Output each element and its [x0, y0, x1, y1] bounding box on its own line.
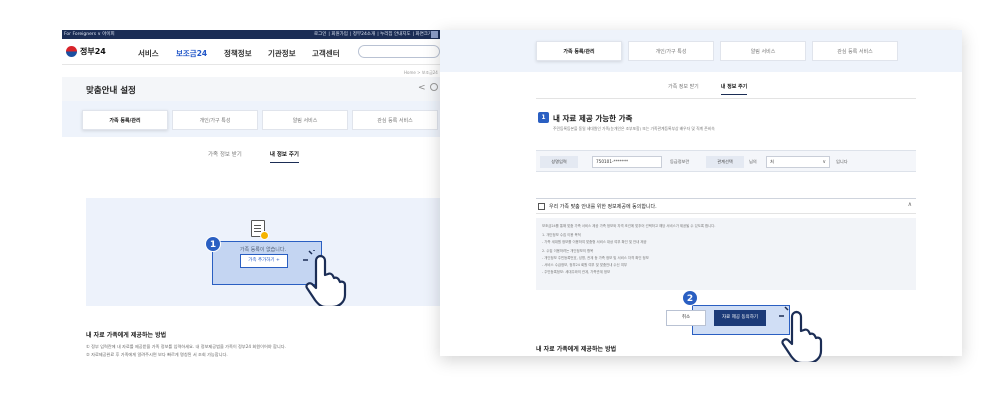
search-input[interactable]: [358, 45, 440, 58]
tab-alerts[interactable]: 알림 서비스: [720, 41, 806, 61]
tab-bar: 가족 등록/관리 개인/가구 특성 알림 서비스 관심 등록 서비스: [440, 30, 962, 72]
after-select-text: 입니다: [836, 159, 848, 164]
terms-line: - 서비스 수급정보, 정부24 회원 여부 및 맞춤안내 수신 여부: [542, 263, 627, 267]
subtab-give[interactable]: 내 정보 주기: [269, 150, 299, 163]
menu-support[interactable]: 고객센터: [312, 48, 340, 59]
terms-line: 2. 수집 이용하려는 개인정보의 항목: [542, 249, 594, 253]
subtab-bar: 가족 정보 받기 내 정보 주기: [208, 150, 299, 163]
relation-value: 처: [770, 159, 774, 164]
taegeuk-icon: [66, 46, 77, 57]
step-badge-2: 2: [682, 290, 698, 306]
chevron-down-icon: ∨: [822, 159, 826, 165]
tab-interests[interactable]: 관심 등록 서비스: [812, 41, 898, 61]
howto-title: 내 자료 가족에게 제공하는 방법: [86, 332, 167, 339]
login-link[interactable]: 로그인: [314, 32, 326, 37]
fontsize-link[interactable]: 화면크기: [416, 32, 433, 37]
menu-icon[interactable]: [431, 31, 438, 38]
terms-line: 1. 개인정보 수집 이용 목적: [542, 233, 581, 237]
submit-consent-button[interactable]: 자료 제공 동의하기: [714, 310, 766, 326]
tab-family[interactable]: 가족 등록/관리: [82, 110, 168, 130]
about-link[interactable]: 정부24소개: [353, 32, 375, 37]
step-badge-1: 1: [205, 236, 221, 252]
relation-suffix: 님의: [749, 159, 757, 164]
consent-row[interactable]: 우리 가족 맞춤 안내를 위한 정보제공에 동의합니다. ∧: [536, 198, 916, 214]
section-description: 주민등록등본을 동일 세대원인 가족(눈개인은 조부포함) 또는 가족관계등록부…: [553, 126, 715, 131]
terms-box: 보조금24를 통해 맞춤 가족 서비스 제공 가족 정보와 자격 조건에 맞추어…: [536, 218, 916, 290]
section-number: 1: [538, 112, 549, 123]
subtab-bar: 가족 정보 받기 내 정보 주기: [668, 83, 748, 95]
page-header: 맞춤안내 설정 <: [62, 77, 440, 101]
util-links: 로그인 | 회원가입 | 정부24소개 | 누리집 안내지도 | 화면크기: [314, 32, 433, 37]
subtab-give[interactable]: 내 정보 주기: [720, 83, 748, 95]
chevron-up-icon[interactable]: ∧: [908, 201, 912, 208]
sitemap-link[interactable]: 누리집 안내지도: [380, 32, 410, 37]
subtab-receive[interactable]: 가족 정보 받기: [668, 83, 699, 95]
right-screenshot: 가족 등록/관리 개인/가구 특성 알림 서비스 관심 등록 서비스 가족 정보…: [440, 30, 962, 356]
id-caption: 등급정보란: [670, 159, 690, 164]
tab-bar: 가족 등록/관리 개인/가구 특성 알림 서비스 관심 등록 서비스: [62, 101, 440, 137]
signup-link[interactable]: 회원가입: [331, 32, 348, 37]
divider: [536, 98, 916, 99]
howto-line-2: ② 자료제공완료 후 가족에게 알려주시면 보다 빠르게 명칭된 서 조회 가능…: [86, 352, 228, 357]
tab-household[interactable]: 개인/가구 특성: [628, 41, 714, 61]
relation-label: 관계선택: [706, 156, 744, 168]
print-icon[interactable]: [430, 83, 438, 91]
tab-alerts[interactable]: 알림 서비스: [262, 110, 348, 130]
utility-bar: For Foreigners ∨ 아이피 로그인 | 회원가입 | 정부24소개 | …: [62, 30, 440, 39]
consent-checkbox[interactable]: [538, 203, 545, 210]
terms-line: - 개인정보 주민등록번호, 성명, 관계 등 가족 정보 및 서비스 자격 확…: [542, 256, 649, 260]
hand-pointer-icon: [779, 306, 823, 362]
hand-pointer-icon: [303, 250, 347, 306]
tab-household[interactable]: 개인/가구 특성: [172, 110, 258, 130]
tutorial-canvas: For Foreigners ∨ 아이피 로그인 | 회원가입 | 정부24소개 | …: [0, 0, 1008, 420]
howto-line-1: ① 정부 입력란에 내 자료를 제공받을 가족 정보를 입력하세요. 내 정보제…: [86, 344, 286, 349]
terms-line: 보조금24를 통해 맞춤 가족 서비스 제공 가족 정보와 자격 조건에 맞추어…: [542, 224, 716, 228]
relation-select[interactable]: 처 ∨: [766, 156, 830, 168]
name-field[interactable]: 성명입력: [540, 156, 578, 168]
menu-subsidy24[interactable]: 보조금24: [176, 48, 207, 59]
menu-services[interactable]: 서비스: [138, 48, 159, 59]
global-nav: 정부24 서비스 보조금24 정책정보 기관정보 고객센터: [62, 39, 440, 65]
section-title: 내 자료 제공 가능한 가족: [553, 114, 633, 123]
tab-family[interactable]: 가족 등록/관리: [536, 41, 622, 61]
terms-line: - 주민등록정보: 세대주와의 관계, 가족관계 정보: [542, 270, 611, 274]
menu-agency[interactable]: 기관정보: [268, 48, 296, 59]
consent-label: 우리 가족 맞춤 안내를 위한 정보제공에 동의합니다.: [549, 204, 657, 210]
badge-icon: [260, 231, 269, 240]
page-title: 맞춤안내 설정: [86, 86, 136, 96]
share-icon[interactable]: <: [418, 83, 426, 93]
family-form: 성명입력 750101-******* 등급정보란 관계선택 님의 처 ∨ 입니…: [536, 150, 916, 172]
howto-title: 내 자료 가족에게 제공하는 방법: [536, 346, 617, 353]
terms-line: - 가족 세대원 정보를 이용하여 맞춤형 서비스 대상 여부 확인 및 안내 …: [542, 240, 647, 244]
resident-number-field[interactable]: 750101-*******: [592, 156, 662, 168]
tab-interests[interactable]: 관심 등록 서비스: [352, 110, 438, 130]
foreigner-link[interactable]: For Foreigners ∨ 아이피: [64, 31, 115, 37]
add-family-button[interactable]: 가족 추가하기 +: [240, 254, 288, 268]
cancel-button[interactable]: 취소: [666, 310, 706, 326]
logo[interactable]: 정부24: [66, 46, 106, 57]
left-screenshot: For Foreigners ∨ 아이피 로그인 | 회원가입 | 정부24소개 | …: [62, 30, 440, 360]
subtab-receive[interactable]: 가족 정보 받기: [208, 150, 242, 163]
logo-text: 정부24: [80, 47, 106, 56]
breadcrumb: Home > 보조금24: [404, 70, 438, 75]
menu-policy[interactable]: 정책정보: [224, 48, 252, 59]
